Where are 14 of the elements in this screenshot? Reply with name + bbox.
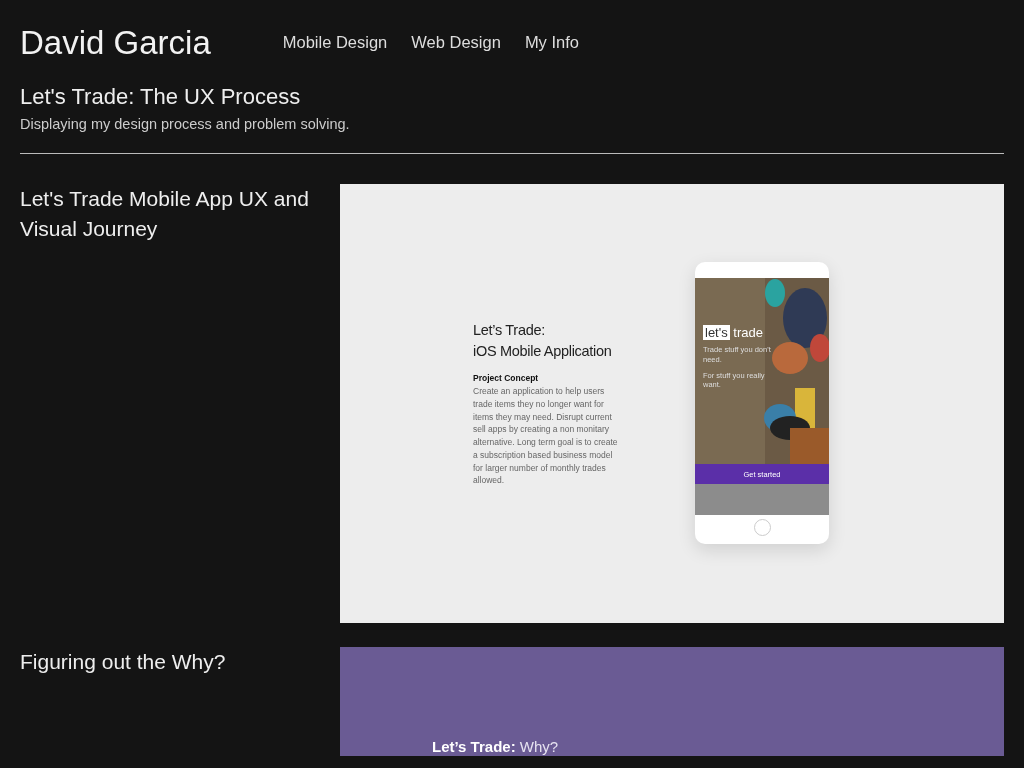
concept-text: Create an application to help users trade items they no longer want for items they may need. Disrupt current sell apps by creating a non monitary alternative. Long term goal is to create a subscription based business model for larger number of monthly trades allowed. xyxy=(473,385,619,488)
section-heading: Let's Trade Mobile App UX and Visual Journey xyxy=(20,186,310,243)
slide-title: iOS Mobile Application xyxy=(473,342,613,362)
nav-link[interactable]: My Info xyxy=(524,29,579,55)
page-subtitle: Displaying my design process and problem solving. xyxy=(20,115,351,135)
slide-title: Let’s Trade: xyxy=(473,321,546,341)
nav-link[interactable]: Mobile Design xyxy=(282,29,388,55)
nav-link[interactable]: Web Design xyxy=(411,29,501,55)
page-title: Let's Trade: The UX Process xyxy=(20,84,302,111)
section-heading: Figuring out the Why? xyxy=(20,649,227,676)
site-title[interactable]: David Garcia xyxy=(20,25,211,59)
concept-label: Project Concept xyxy=(473,372,540,386)
slide-title: Let’s Trade: Why? xyxy=(432,739,560,755)
app-logo: let's trade xyxy=(703,326,764,340)
